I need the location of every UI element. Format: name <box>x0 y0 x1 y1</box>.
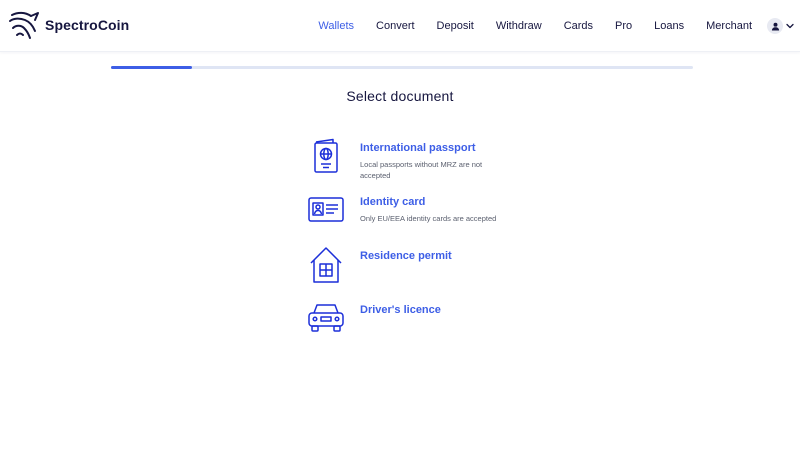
document-title: Identity card <box>360 196 426 208</box>
user-icon <box>767 18 783 34</box>
nav-loans[interactable]: Loans <box>654 20 684 32</box>
id-card-icon <box>305 192 347 232</box>
nav-withdraw[interactable]: Withdraw <box>496 20 542 32</box>
document-option-identity-card[interactable]: Identity card Only EU/EEA identity cards… <box>305 192 545 232</box>
nav-deposit[interactable]: Deposit <box>437 20 474 32</box>
document-option-passport[interactable]: International passport Local passports w… <box>305 138 545 181</box>
main-nav: Wallets Convert Deposit Withdraw Cards P… <box>318 0 800 52</box>
nav-cards[interactable]: Cards <box>564 20 593 32</box>
page-title: Select document <box>346 88 454 104</box>
chevron-down-icon <box>786 23 794 29</box>
nav-pro[interactable]: Pro <box>615 20 632 32</box>
document-title: Driver's licence <box>360 304 441 316</box>
document-option-drivers-licence[interactable]: Driver's licence <box>305 300 545 340</box>
brand-name: SpectroCoin <box>45 17 130 33</box>
step-progress-fill <box>111 66 193 69</box>
document-option-residence-permit[interactable]: Residence permit <box>305 246 545 286</box>
top-header: SpectroCoin Wallets Convert Deposit With… <box>0 0 800 52</box>
car-icon <box>305 300 347 340</box>
passport-icon <box>305 138 347 178</box>
nav-wallets[interactable]: Wallets <box>318 20 354 32</box>
document-title: Residence permit <box>360 250 452 262</box>
nav-merchant[interactable]: Merchant <box>706 20 752 32</box>
house-icon <box>305 246 347 286</box>
user-menu[interactable] <box>767 18 794 34</box>
spectrocoin-logo-icon <box>9 11 39 39</box>
document-description: Local passports without MRZ are not acce… <box>360 160 483 180</box>
step-progress-bar <box>111 66 693 69</box>
nav-convert[interactable]: Convert <box>376 20 415 32</box>
document-description: Only EU/EEA identity cards are accepted <box>360 214 497 223</box>
document-title: International passport <box>360 142 476 154</box>
spectrocoin-logo[interactable]: SpectroCoin <box>8 9 129 41</box>
